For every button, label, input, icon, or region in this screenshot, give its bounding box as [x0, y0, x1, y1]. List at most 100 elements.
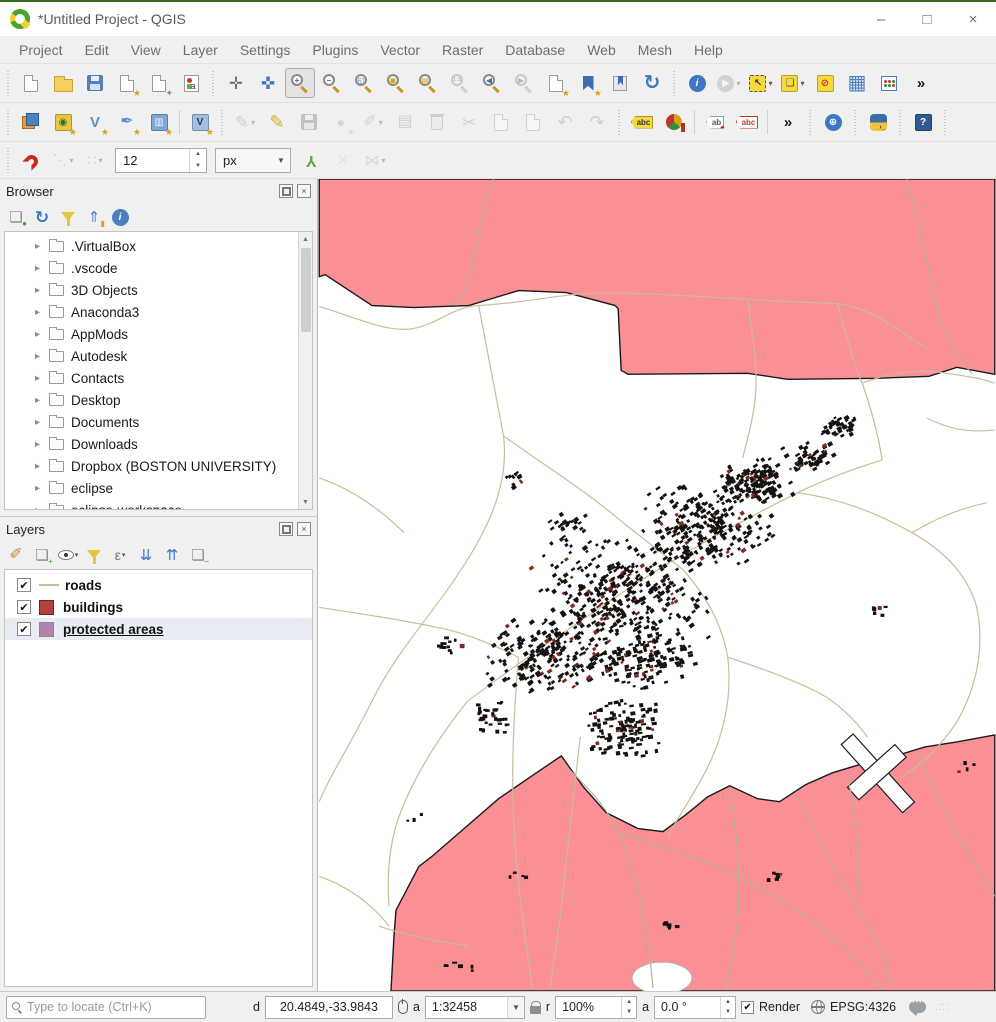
menu-layer[interactable]: Layer: [172, 36, 229, 64]
refresh-map-icon[interactable]: ↻: [637, 68, 667, 98]
magnifier-spinbox[interactable]: 100% ▲▼: [555, 996, 637, 1019]
advanced-digitizing-dropdown-icon[interactable]: ▾: [379, 118, 383, 127]
current-edits-dropdown-icon[interactable]: ▾: [251, 118, 255, 127]
expand-arrow-icon[interactable]: ▸: [35, 307, 49, 318]
panel-resize-handle[interactable]: ······: [144, 504, 174, 510]
open-attribute-table-icon[interactable]: ▦: [842, 68, 872, 98]
layers-float-icon[interactable]: [279, 522, 293, 536]
spin-up-icon[interactable]: ▲: [622, 997, 636, 1008]
menu-raster[interactable]: Raster: [431, 36, 494, 64]
close-button[interactable]: ×: [950, 3, 996, 35]
expand-arrow-icon[interactable]: ▸: [35, 483, 49, 494]
expand-arrow-icon[interactable]: ▸: [35, 417, 49, 428]
redo-icon[interactable]: ↷: [582, 107, 612, 137]
undo-icon[interactable]: ↶: [550, 107, 580, 137]
toggle-editing-icon[interactable]: ✎: [262, 107, 292, 137]
menu-settings[interactable]: Settings: [229, 36, 302, 64]
deselect-features-box-icon[interactable]: ⊘: [810, 68, 840, 98]
collapse-all-icon[interactable]: ⇈: [160, 543, 184, 567]
layer-visibility-checkbox[interactable]: ✔: [17, 600, 31, 614]
save-layer-edits-floppy-icon[interactable]: [294, 107, 324, 137]
enable-tracing-icon[interactable]: ⋈▾: [360, 145, 390, 175]
toolbar-drag-handle[interactable]: [671, 70, 678, 96]
current-edits-icon[interactable]: ✎▾: [230, 107, 260, 137]
spin-down-icon[interactable]: ▼: [721, 1007, 735, 1018]
zoom-to-layer-mag-icon[interactable]: ▤: [413, 68, 443, 98]
new-print-layout-page-icon[interactable]: ★: [112, 68, 142, 98]
layer-row-protected-areas[interactable]: ✔protected areas: [5, 618, 312, 640]
render-checkbox[interactable]: ✔: [741, 1001, 754, 1014]
expand-arrow-icon[interactable]: ▸: [35, 373, 49, 384]
layer-visibility-checkbox[interactable]: ✔: [17, 578, 31, 592]
zoom-to-selection-mag-icon[interactable]: ▣: [381, 68, 411, 98]
save-project-floppy-icon[interactable]: [80, 68, 110, 98]
style-manager-style-icon[interactable]: a: [176, 68, 206, 98]
open-data-source-manager-layers-icon[interactable]: [16, 107, 46, 137]
scale-combobox[interactable]: 1:32458 ▼: [425, 996, 525, 1019]
menu-help[interactable]: Help: [683, 36, 734, 64]
browser-float-icon[interactable]: [279, 184, 293, 198]
toolbar-drag-handle[interactable]: [5, 109, 12, 135]
select-features-dropdown-icon[interactable]: ▾: [768, 79, 772, 88]
toolbar-drag-handle[interactable]: [807, 109, 814, 135]
snapping-mode-segment-icon[interactable]: ∷▾: [80, 145, 110, 175]
new-shapefile-layer-icon[interactable]: V★: [80, 107, 110, 137]
snapping-mode-vertex-dropdown-icon[interactable]: ▾: [69, 156, 73, 165]
browser-item-eclipse[interactable]: ▸eclipse: [5, 477, 298, 499]
browser-item-3d-objects[interactable]: ▸3D Objects: [5, 279, 298, 301]
highlight-pinned-labels-tag-icon[interactable]: abc: [732, 107, 762, 137]
filter-by-expression-dropdown-icon[interactable]: ▾: [122, 551, 126, 559]
run-feature-action-round-icon[interactable]: ▶▾: [714, 68, 744, 98]
browser-item-documents[interactable]: ▸Documents: [5, 411, 298, 433]
browser-item-dropbox-boston-university-[interactable]: ▸Dropbox (BOSTON UNIVERSITY): [5, 455, 298, 477]
run-feature-action-dropdown-icon[interactable]: ▾: [736, 79, 740, 88]
metasearch-round-icon[interactable]: ⊕: [818, 107, 848, 137]
toolbar-drag-handle[interactable]: [5, 70, 12, 96]
advanced-digitizing-icon[interactable]: ✐▾: [358, 107, 388, 137]
select-features-box-icon[interactable]: ↖▾: [746, 68, 776, 98]
new-temporary-scratch-layer-box-icon[interactable]: ▥★: [144, 107, 174, 137]
paste-features-page-icon[interactable]: [518, 107, 548, 137]
menu-web[interactable]: Web: [576, 36, 627, 64]
browser-item-desktop[interactable]: ▸Desktop: [5, 389, 298, 411]
menu-vector[interactable]: Vector: [369, 36, 431, 64]
digitize-shape-icon[interactable]: ●★: [326, 107, 356, 137]
expand-arrow-icon[interactable]: ▸: [35, 285, 49, 296]
snapping-on-intersection-icon[interactable]: ✕: [328, 145, 358, 175]
filter-by-expression-icon[interactable]: ε▾: [108, 543, 132, 567]
menu-database[interactable]: Database: [494, 36, 576, 64]
map-canvas[interactable]: [318, 179, 996, 991]
messages-icon[interactable]: [909, 1001, 926, 1013]
enable-snapping-magnet-icon[interactable]: [16, 145, 46, 175]
python-console-python-icon[interactable]: [863, 107, 893, 137]
toolbar-overflow-2-icon[interactable]: »: [773, 107, 803, 137]
new-virtual-layer-box-icon[interactable]: V★: [185, 107, 215, 137]
expand-arrow-icon[interactable]: ▸: [35, 395, 49, 406]
coordinate-display[interactable]: 20.4849,-33.9843: [265, 996, 393, 1019]
open-project-folder-icon[interactable]: [48, 68, 78, 98]
browser-item-appmods[interactable]: ▸AppMods: [5, 323, 298, 345]
new-map-view-page-icon[interactable]: ★: [541, 68, 571, 98]
manage-map-themes-eye-icon[interactable]: ▾: [56, 543, 80, 567]
expand-arrow-icon[interactable]: ▸: [35, 351, 49, 362]
locate-search[interactable]: [6, 996, 206, 1019]
copy-features-page-icon[interactable]: [486, 107, 516, 137]
show-layout-manager-page-icon[interactable]: ✦: [144, 68, 174, 98]
new-project-page-icon[interactable]: [16, 68, 46, 98]
expand-arrow-icon[interactable]: ▸: [35, 241, 49, 252]
menu-view[interactable]: View: [120, 36, 172, 64]
menu-plugins[interactable]: Plugins: [301, 36, 369, 64]
layer-row-roads[interactable]: ✔roads: [5, 574, 312, 596]
open-layer-styling-icon[interactable]: ✐: [4, 543, 28, 567]
maximize-button[interactable]: □: [904, 3, 950, 35]
add-group-icon[interactable]: ❏+: [30, 543, 54, 567]
spin-down-icon[interactable]: ▼: [622, 1007, 636, 1018]
expand-all-icon[interactable]: ⇊: [134, 543, 158, 567]
layers-close-icon[interactable]: ×: [297, 522, 311, 536]
pan-map-icon[interactable]: ✛: [221, 68, 251, 98]
browser-item-anaconda3[interactable]: ▸Anaconda3: [5, 301, 298, 323]
map-render[interactable]: [318, 179, 996, 991]
menu-project[interactable]: Project: [8, 36, 74, 64]
zoom-native-mag-icon[interactable]: 1:1: [445, 68, 475, 98]
scale-dropdown-icon[interactable]: ▼: [507, 997, 524, 1018]
